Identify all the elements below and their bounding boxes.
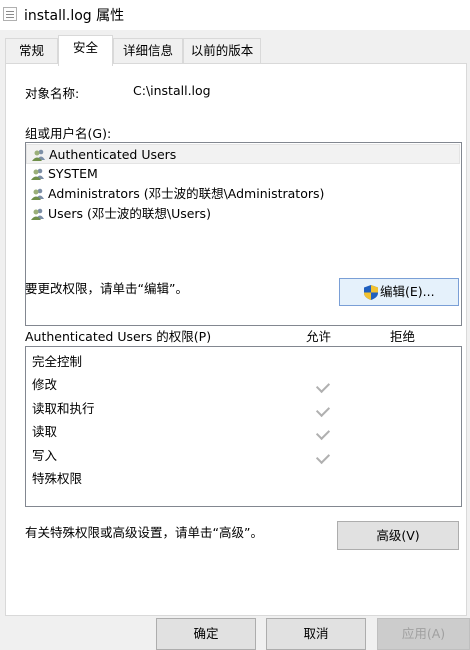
allow-check-icon <box>315 425 331 441</box>
permission-row: 读取和执行 <box>32 399 95 419</box>
edit-hint: 要更改权限，请单击“编辑”。 <box>25 281 188 296</box>
group-item-label: Users (邓士波的联想\Users) <box>48 206 211 221</box>
deny-column-header: 拒绝 <box>390 329 416 344</box>
file-icon <box>3 7 17 21</box>
tab-previous-versions[interactable]: 以前的版本 <box>183 38 261 63</box>
permissions-list: 完全控制 修改 读取和执行 读取 写入 特殊权限 <box>25 346 462 507</box>
permission-row: 写入 <box>32 446 57 466</box>
user-group-icon <box>32 149 45 161</box>
apply-button[interactable]: 应用(A) <box>377 618 470 650</box>
allow-check-icon <box>315 402 331 418</box>
permission-name: 写入 <box>32 448 58 463</box>
allow-column-header: 允许 <box>306 329 332 344</box>
permission-row: 修改 <box>32 375 57 395</box>
window-title: install.log 属性 <box>24 8 125 24</box>
permission-row: 读取 <box>32 422 57 442</box>
allow-check-icon <box>315 378 331 394</box>
permission-name: 特殊权限 <box>32 471 83 486</box>
tab-general[interactable]: 常规 <box>5 38 58 63</box>
tab-security[interactable]: 安全 <box>58 35 113 66</box>
user-group-icon <box>31 168 44 180</box>
object-name-label: 对象名称: <box>25 86 80 101</box>
edit-button-label: 编辑(E)... <box>380 284 435 299</box>
permission-name: 读取 <box>32 424 58 439</box>
allow-check-icon <box>315 449 331 465</box>
group-item-label: SYSTEM <box>48 166 98 181</box>
group-item-label: Authenticated Users <box>49 147 177 162</box>
permission-row: 特殊权限 <box>32 469 82 489</box>
cancel-button[interactable]: 取消 <box>266 618 366 650</box>
group-item-label: Administrators (邓士波的联想\Administrators) <box>48 186 325 201</box>
security-panel: 对象名称: C:\install.log 组或用户名(G): Authentic… <box>5 63 467 616</box>
edit-button[interactable]: 编辑(E)... <box>339 278 459 306</box>
permission-name: 读取和执行 <box>32 401 95 416</box>
permission-row: 完全控制 <box>32 352 82 372</box>
user-group-icon <box>31 188 44 200</box>
permissions-header: Authenticated Users 的权限(P) <box>25 329 212 344</box>
groups-label: 组或用户名(G): <box>25 126 112 141</box>
uac-shield-icon <box>364 285 378 300</box>
permission-name: 修改 <box>32 377 58 392</box>
object-name-value: C:\install.log <box>133 83 211 98</box>
ok-button[interactable]: 确定 <box>156 618 256 650</box>
tab-details[interactable]: 详细信息 <box>113 38 183 63</box>
advanced-hint: 有关特殊权限或高级设置，请单击“高级”。 <box>25 525 263 540</box>
title-bar: install.log 属性 <box>0 0 470 30</box>
group-item-authenticated-users[interactable]: Authenticated Users <box>26 144 460 164</box>
advanced-button[interactable]: 高级(V) <box>337 521 459 550</box>
permission-name: 完全控制 <box>32 354 83 369</box>
user-group-icon <box>31 208 44 220</box>
